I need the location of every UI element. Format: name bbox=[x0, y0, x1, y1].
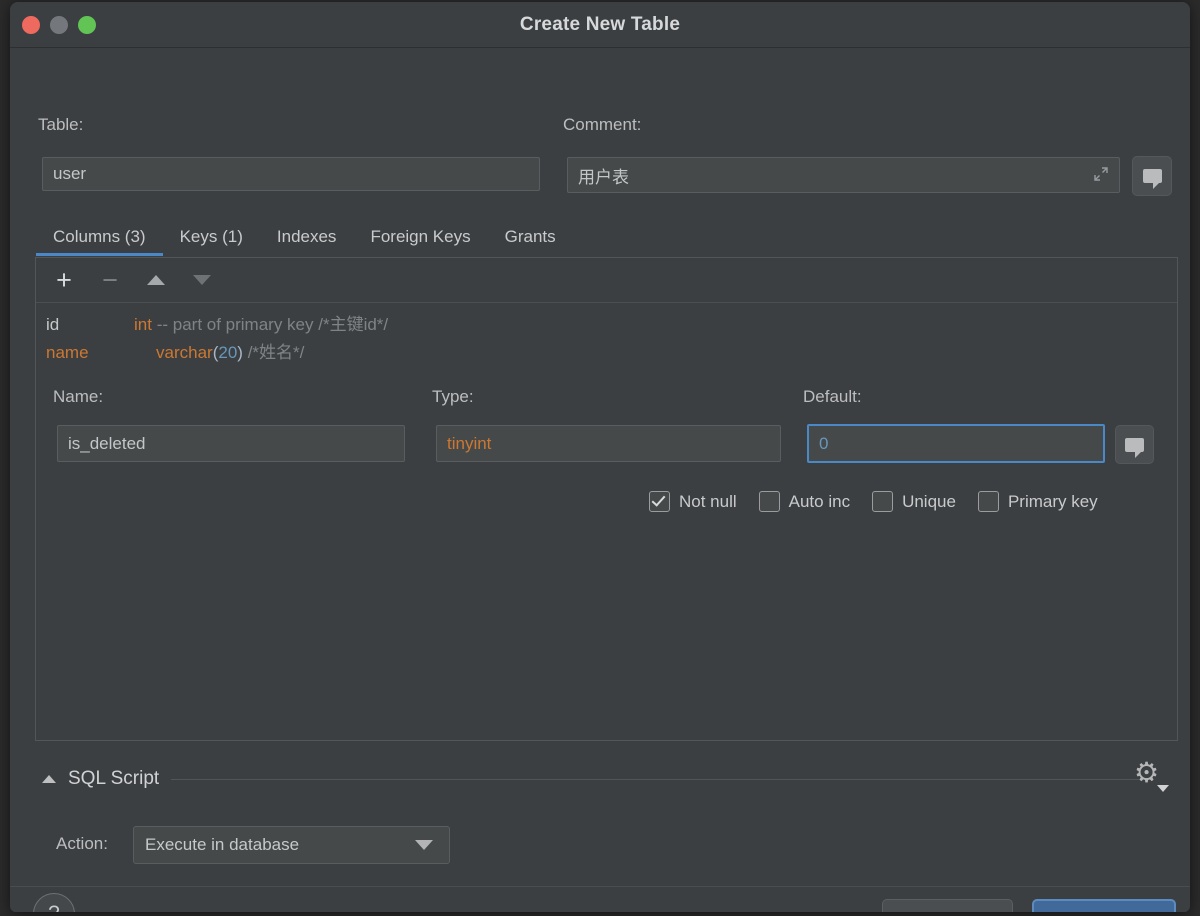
tab-keys[interactable]: Keys (1) bbox=[163, 227, 260, 256]
column-paren-close: ) bbox=[237, 343, 243, 362]
table-row[interactable]: idint -- part of primary key /*主键id*/ bbox=[36, 311, 1177, 339]
column-type-label: Type: bbox=[432, 387, 474, 407]
maximize-button[interactable] bbox=[78, 16, 96, 34]
help-button[interactable]: ? bbox=[33, 893, 75, 912]
checkbox-icon[interactable] bbox=[978, 491, 999, 512]
checkbox-auto-inc[interactable]: Auto inc bbox=[759, 491, 850, 512]
dialog-body: Table: Comment: Columns (3) Keys (1) Ind… bbox=[10, 48, 1190, 912]
column-default-input[interactable] bbox=[807, 424, 1105, 463]
triangle-up-icon[interactable] bbox=[42, 775, 56, 783]
action-select-value: Execute in database bbox=[134, 835, 415, 855]
checkbox-icon[interactable] bbox=[759, 491, 780, 512]
gear-icon: ⚙ bbox=[1134, 758, 1159, 788]
minimize-button[interactable] bbox=[50, 16, 68, 34]
checkbox-unique[interactable]: Unique bbox=[872, 491, 956, 512]
checkbox-label: Not null bbox=[679, 492, 737, 512]
window-controls bbox=[22, 16, 96, 34]
checkbox-label: Auto inc bbox=[789, 492, 850, 512]
column-comment: /*姓名*/ bbox=[248, 343, 305, 362]
window-title: Create New Table bbox=[10, 14, 1190, 36]
checkbox-icon[interactable] bbox=[872, 491, 893, 512]
checkbox-label: Unique bbox=[902, 492, 956, 512]
column-type-input[interactable] bbox=[436, 425, 781, 462]
minus-icon[interactable]: − bbox=[98, 268, 122, 292]
footer-divider bbox=[10, 886, 1190, 887]
column-length: 20 bbox=[218, 343, 237, 362]
table-row[interactable]: namevarchar(20) /*姓名*/ bbox=[36, 339, 1177, 367]
chevron-down-icon bbox=[1157, 785, 1169, 792]
sql-script-section-header[interactable]: SQL Script bbox=[42, 768, 1152, 790]
checkbox-not-null[interactable]: Not null bbox=[649, 491, 737, 512]
plus-icon[interactable]: + bbox=[52, 268, 76, 292]
column-name: id bbox=[46, 311, 134, 339]
table-comment-label: Comment: bbox=[563, 115, 641, 135]
columns-list: idint -- part of primary key /*主键id*/ na… bbox=[36, 303, 1177, 367]
editor-tabs: Columns (3) Keys (1) Indexes Foreign Key… bbox=[36, 218, 573, 256]
column-flags: Not null Auto inc Unique Primary key bbox=[649, 491, 1110, 512]
table-comment-bubble-button[interactable] bbox=[1132, 156, 1172, 196]
table-name-label: Table: bbox=[38, 115, 83, 135]
column-comment-bubble-button[interactable] bbox=[1115, 425, 1154, 464]
column-comment: -- part of primary key /*主键id*/ bbox=[157, 315, 388, 334]
chevron-down-icon bbox=[415, 840, 433, 850]
triangle-up-icon[interactable] bbox=[144, 268, 168, 292]
section-divider bbox=[171, 779, 1152, 780]
action-select[interactable]: Execute in database bbox=[133, 826, 450, 864]
action-label: Action: bbox=[56, 834, 108, 854]
checkbox-icon[interactable] bbox=[649, 491, 670, 512]
tab-grants[interactable]: Grants bbox=[488, 227, 573, 256]
column-name-label: Name: bbox=[53, 387, 103, 407]
sql-script-title: SQL Script bbox=[68, 768, 159, 790]
table-name-input[interactable] bbox=[42, 157, 540, 191]
sql-settings-button[interactable]: ⚙ bbox=[1134, 758, 1168, 792]
table-comment-field-wrapper bbox=[567, 157, 1120, 193]
tab-columns[interactable]: Columns (3) bbox=[36, 227, 163, 256]
close-button[interactable] bbox=[22, 16, 40, 34]
expand-diagonal-icon[interactable] bbox=[1093, 166, 1111, 184]
tab-indexes[interactable]: Indexes bbox=[260, 227, 354, 256]
checkbox-label: Primary key bbox=[1008, 492, 1098, 512]
comment-bubble-icon bbox=[1143, 169, 1162, 183]
column-name: name bbox=[46, 339, 156, 367]
comment-bubble-icon bbox=[1125, 438, 1144, 452]
table-comment-input[interactable] bbox=[567, 157, 1120, 193]
cancel-button[interactable]: Cancel bbox=[882, 899, 1013, 912]
columns-toolbar: + − bbox=[36, 258, 1177, 303]
triangle-down-icon[interactable] bbox=[190, 268, 214, 292]
tab-foreign-keys[interactable]: Foreign Keys bbox=[353, 227, 487, 256]
column-name-input[interactable] bbox=[57, 425, 405, 462]
column-type: int bbox=[134, 315, 152, 334]
title-bar: Create New Table bbox=[10, 2, 1190, 48]
create-new-table-dialog: Create New Table Table: Comment: Columns bbox=[10, 2, 1190, 912]
column-default-label: Default: bbox=[803, 387, 862, 407]
checkbox-primary-key[interactable]: Primary key bbox=[978, 491, 1098, 512]
column-type: varchar bbox=[156, 343, 213, 362]
execute-button[interactable]: Execute bbox=[1032, 899, 1176, 912]
